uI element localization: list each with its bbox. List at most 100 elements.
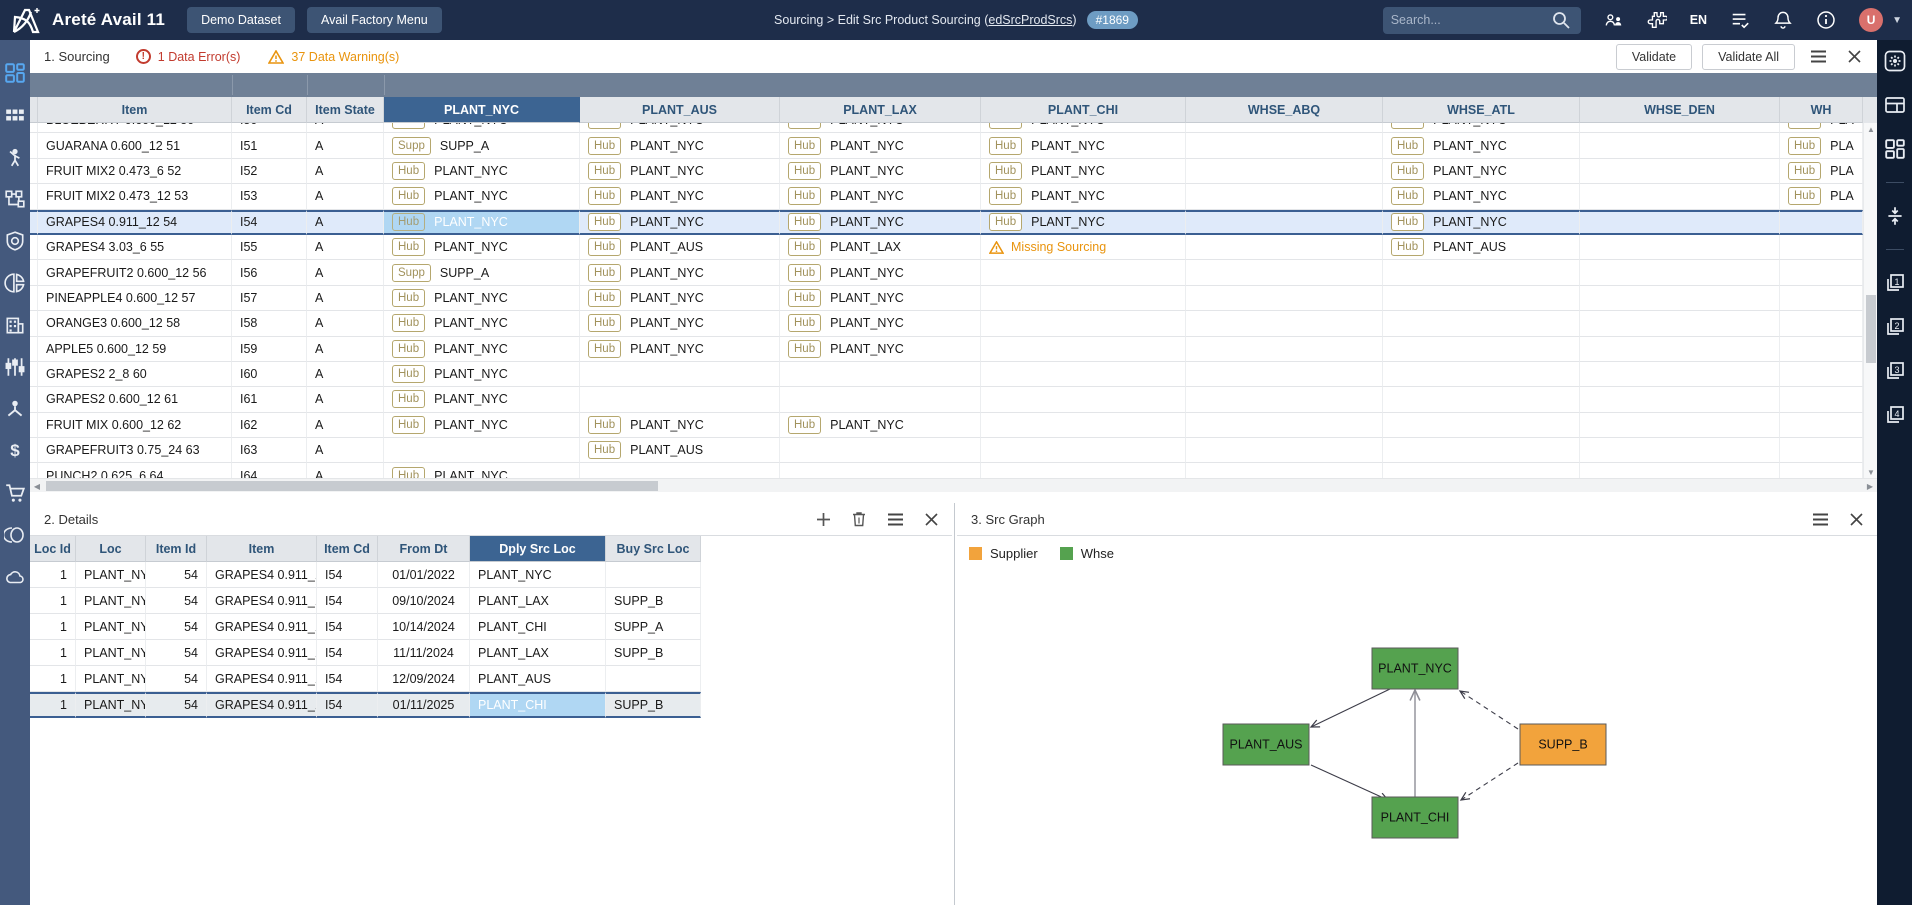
cell-wh[interactable]	[1780, 362, 1863, 387]
cell-plant_chi[interactable]	[981, 387, 1186, 412]
dashboard-layout-icon[interactable]	[1884, 138, 1906, 160]
sidebar-hierarchy-icon[interactable]	[4, 398, 26, 420]
table-row[interactable]: GRAPEFRUIT2 0.600_12 56I56ASuppSUPP_AHub…	[30, 260, 1863, 285]
cell-plant_nyc[interactable]: HubPLANT_NYC	[384, 337, 580, 362]
cell-plant_lax[interactable]: HubPLANT_NYC	[780, 159, 981, 184]
cell-plant_nyc[interactable]: HubPLANT_NYC	[384, 286, 580, 311]
details-column-header-buy-src-loc[interactable]: Buy Src Loc	[606, 536, 701, 562]
table-row[interactable]: GUARANA 0.600_12 51I51ASuppSUPP_AHubPLAN…	[30, 133, 1863, 158]
cell-plant_aus[interactable]: HubPLANT_NYC	[580, 133, 780, 158]
cell-plant_lax[interactable]: HubPLANT_NYC	[780, 311, 981, 336]
details-cell-dply-src-loc[interactable]: PLANT_CHI	[470, 692, 606, 718]
cell-item[interactable]: GRAPES2 2_8 60	[38, 362, 232, 387]
cell-plant_aus[interactable]: HubPLANT_NYC	[580, 159, 780, 184]
layout-preset-4-icon[interactable]: 4	[1884, 404, 1906, 426]
data-warnings-status[interactable]: 37 Data Warning(s)	[268, 50, 399, 64]
details-cell-loc-id[interactable]: 1	[30, 692, 76, 718]
scroll-left-icon[interactable]: ◀	[30, 479, 44, 493]
details-cell-item-cd[interactable]: I54	[317, 640, 378, 666]
cell-plant_lax[interactable]: HubPLANT_LAX	[780, 235, 981, 260]
sidebar-cart-icon[interactable]	[4, 482, 26, 504]
details-cell-loc-id[interactable]: 1	[30, 588, 76, 614]
cell-plant_nyc[interactable]: HubPLANT_NYC	[384, 463, 580, 478]
cell-item-state[interactable]: A	[307, 311, 384, 336]
cell-plant_lax[interactable]: HubPLANT_NYC	[780, 286, 981, 311]
column-header-whse_den[interactable]: WHSE_DEN	[1580, 97, 1780, 123]
cell-plant_chi[interactable]	[981, 337, 1186, 362]
layout-preset-1-icon[interactable]: 1	[1884, 272, 1906, 294]
cell-whse_atl[interactable]: HubPLANT_NYC	[1383, 123, 1580, 133]
cell-item-cd[interactable]: I55	[232, 235, 307, 260]
details-cell-item[interactable]: GRAPES4 0.911_12 54	[207, 614, 317, 640]
cell-whse_abq[interactable]	[1186, 311, 1383, 336]
cell-item[interactable]: FRUIT MIX2 0.473_12 53	[38, 184, 232, 209]
cell-item[interactable]: ORANGE3 0.600_12 58	[38, 311, 232, 336]
details-cell-item[interactable]: GRAPES4 0.911_12 54	[207, 692, 317, 718]
details-cell-from-dt[interactable]: 01/01/2022	[378, 562, 470, 588]
cell-whse_den[interactable]	[1580, 387, 1780, 412]
settings-gear-icon[interactable]	[1884, 50, 1906, 72]
details-cell-loc-id[interactable]: 1	[30, 614, 76, 640]
cell-whse_abq[interactable]	[1186, 235, 1383, 260]
cell-plant_chi[interactable]: HubPLANT_NYC	[981, 133, 1186, 158]
details-cell-dply-src-loc[interactable]: PLANT_AUS	[470, 666, 606, 692]
cell-plant_aus[interactable]: HubPLANT_NYC	[580, 337, 780, 362]
table-row[interactable]: ORANGE3 0.600_12 58I58A HubPLANT_NYCHubPL…	[30, 311, 1863, 336]
cell-item-cd[interactable]: I58	[232, 311, 307, 336]
cell-whse_abq[interactable]	[1186, 286, 1383, 311]
details-cell-dply-src-loc[interactable]: PLANT_LAX	[470, 640, 606, 666]
cell-plant_chi[interactable]	[981, 413, 1186, 438]
details-cell-dply-src-loc[interactable]: PLANT_LAX	[470, 588, 606, 614]
search-icon[interactable]	[1551, 10, 1571, 30]
details-cell-loc-id[interactable]: 1	[30, 666, 76, 692]
sidebar-shield-icon[interactable]	[4, 230, 26, 252]
cell-whse_atl[interactable]	[1383, 387, 1580, 412]
cell-whse_abq[interactable]	[1186, 133, 1383, 158]
cell-item[interactable]: APPLE5 0.600_12 59	[38, 337, 232, 362]
details-cell-item-cd[interactable]: I54	[317, 692, 378, 718]
details-cell-from-dt[interactable]: 09/10/2024	[378, 588, 470, 614]
cell-item-cd[interactable]: I56	[232, 260, 307, 285]
sidebar-sliders-icon[interactable]	[4, 356, 26, 378]
cell-wh[interactable]	[1780, 463, 1863, 478]
cell-whse_abq[interactable]	[1186, 463, 1383, 478]
sidebar-table-icon[interactable]	[4, 104, 26, 126]
details-cell-item-id[interactable]: 54	[146, 588, 207, 614]
data-errors-status[interactable]: ! 1 Data Error(s)	[136, 49, 241, 64]
cell-item[interactable]: GRAPEFRUIT2 0.600_12 56	[38, 260, 232, 285]
cell-plant_lax[interactable]: HubPLANT_NYC	[780, 337, 981, 362]
cell-whse_abq[interactable]	[1186, 337, 1383, 362]
cell-item-state[interactable]: A	[307, 210, 384, 235]
cell-plant_aus[interactable]: HubPLANT_NYC	[580, 311, 780, 336]
cell-plant_lax[interactable]: HubPLANT_NYC	[780, 260, 981, 285]
cell-plant_chi[interactable]: HubPLANT_NYC	[981, 184, 1186, 209]
sidebar-dollar-icon[interactable]: $	[4, 440, 26, 462]
sidebar-pie-chart-icon[interactable]	[4, 272, 26, 294]
cell-whse_atl[interactable]: HubPLANT_AUS	[1383, 235, 1580, 260]
details-cell-from-dt[interactable]: 12/09/2024	[378, 666, 470, 692]
cell-whse_abq[interactable]	[1186, 387, 1383, 412]
details-cell-item[interactable]: GRAPES4 0.911_12 54	[207, 588, 317, 614]
cell-item-cd[interactable]: I59	[232, 337, 307, 362]
cell-plant_chi[interactable]	[981, 286, 1186, 311]
details-cell-loc[interactable]: PLANT_NYC	[76, 640, 146, 666]
table-row[interactable]: BLUEBERRY 0.600_12 50I50AHubPLANT_NYCHub…	[30, 123, 1863, 133]
dataset-button[interactable]: Demo Dataset	[187, 7, 295, 33]
details-cell-buy-src-loc[interactable]: SUPP_B	[606, 692, 701, 718]
details-column-header-from-dt[interactable]: From Dt	[378, 536, 470, 562]
cell-wh[interactable]	[1780, 286, 1863, 311]
scroll-right-icon[interactable]: ▶	[1863, 479, 1877, 493]
details-cell-buy-src-loc[interactable]: SUPP_B	[606, 640, 701, 666]
cell-wh[interactable]: HubPLA	[1780, 123, 1863, 133]
details-cell-dply-src-loc[interactable]: PLANT_CHI	[470, 614, 606, 640]
table-row[interactable]: GRAPEFRUIT3 0.75_24 63I63AHubPLANT_AUS	[30, 438, 1863, 463]
cell-plant_nyc[interactable]: HubPLANT_NYC	[384, 235, 580, 260]
cell-item-state[interactable]: A	[307, 133, 384, 158]
details-cell-dply-src-loc[interactable]: PLANT_NYC	[470, 562, 606, 588]
cell-whse_atl[interactable]: HubPLANT_NYC	[1383, 159, 1580, 184]
details-row[interactable]: 1PLANT_NYC54GRAPES4 0.911_12 54I5409/10/…	[30, 588, 701, 614]
cell-plant_chi[interactable]	[981, 463, 1186, 478]
cell-plant_lax[interactable]: HubPLANT_NYC	[780, 123, 981, 133]
details-column-header-item-cd[interactable]: Item Cd	[317, 536, 378, 562]
cell-whse_abq[interactable]	[1186, 123, 1383, 133]
